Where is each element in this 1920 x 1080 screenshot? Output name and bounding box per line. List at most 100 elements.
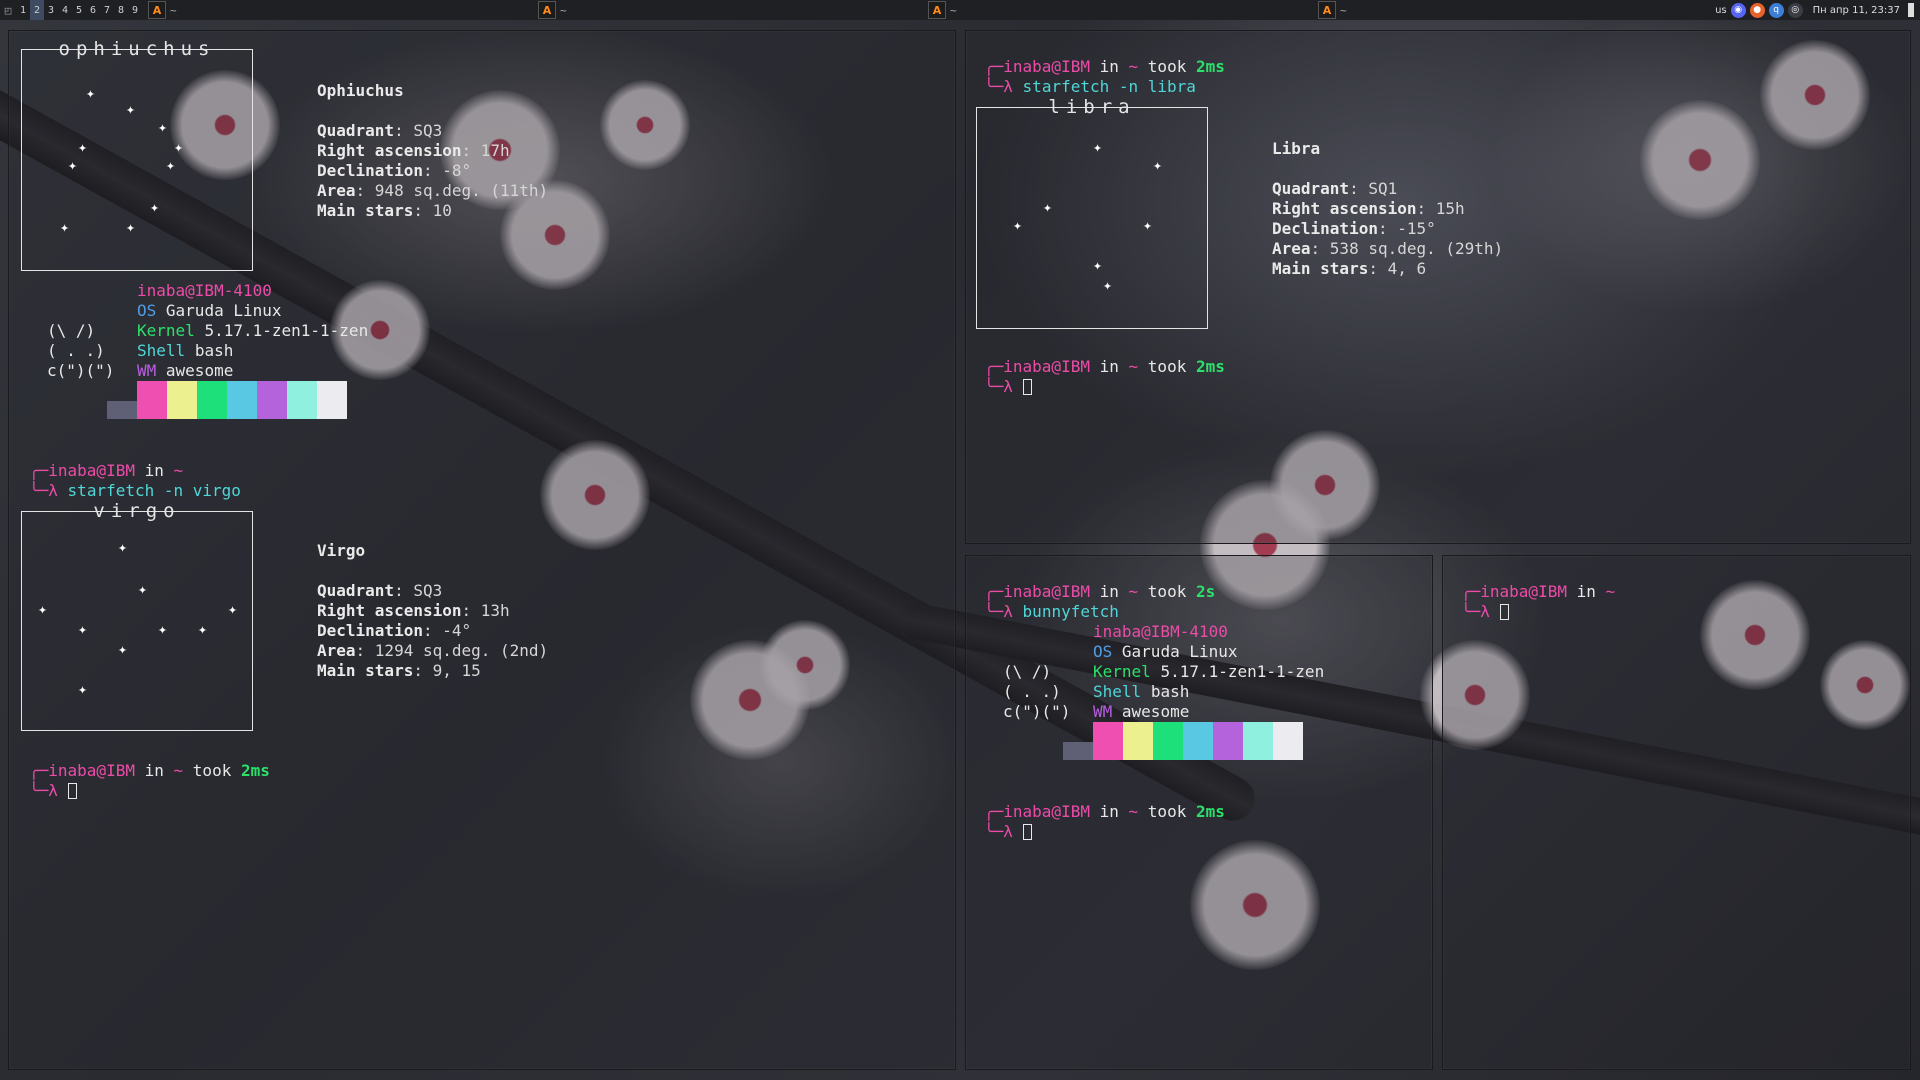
alacritty-icon: A — [538, 1, 556, 19]
cursor-icon — [1022, 379, 1032, 395]
command-line[interactable]: ╰─λ — [29, 781, 77, 801]
constellation-box-title: ophiuchus — [58, 38, 216, 60]
prompt-line: ╭─inaba@IBM in ~ — [1461, 582, 1616, 601]
bunny-ascii: c(")(") — [47, 361, 115, 380]
star-icon: ✦ — [166, 156, 176, 174]
tag-list: ◰ 1 2 3 4 5 6 7 8 9 — [0, 0, 142, 20]
constellation-box-libra: libra ✦ ✦ ✦ ✦ ✦ ✦ ✦ — [976, 96, 1208, 329]
color-swatch — [1183, 722, 1213, 760]
star-icon: ✦ — [60, 218, 70, 236]
task-terminal-1[interactable]: A ~ — [148, 0, 177, 20]
bunny-ascii: (\ /) — [47, 321, 96, 340]
cursor-icon — [1022, 824, 1032, 840]
fetch-wm: WM awesome — [137, 361, 234, 380]
task-terminal-2[interactable]: A ~ — [538, 0, 567, 20]
tag-7[interactable]: 7 — [100, 0, 114, 20]
star-icon: ✦ — [78, 620, 88, 638]
tag-5[interactable]: 5 — [72, 0, 86, 20]
fetch-host: inaba@IBM-4100 — [1093, 622, 1228, 641]
tag-4[interactable]: 4 — [58, 0, 72, 20]
color-swatch — [167, 381, 197, 419]
terminal-window-top-right[interactable]: ╭─inaba@IBM in ~ took 2ms ╰─λ starfetch … — [965, 30, 1911, 544]
bunny-ascii: ( . .) — [47, 341, 105, 360]
terminal-window-left[interactable]: ophiuchus ✦ ✦ ✦ ✦ ✦ ✦ ✦ ✦ ✦ ✦ Ophiuchus … — [8, 30, 956, 1070]
color-swatch — [1273, 722, 1303, 760]
info-quadrant: Quadrant: SQ3 — [317, 121, 443, 140]
info-area: Area: 948 sq.deg. (11th) — [317, 181, 549, 200]
tag-3[interactable]: 3 — [44, 0, 58, 20]
prompt-line: ╭─inaba@IBM in ~ took 2ms — [984, 57, 1225, 76]
prompt-line: ╭─inaba@IBM in ~ took 2s — [984, 582, 1216, 601]
command-line: ╰─λ bunnyfetch — [984, 602, 1119, 621]
star-icon: ✦ — [150, 198, 160, 216]
task-title: ~ — [560, 3, 567, 17]
color-swatch — [197, 381, 227, 419]
top-bar: ◰ 1 2 3 4 5 6 7 8 9 A ~ A ~ A ~ A ~ us ◉… — [0, 0, 1920, 20]
bunny-ascii: ( . .) — [1003, 682, 1061, 701]
command-line: ╰─λ starfetch -n libra — [984, 77, 1196, 96]
info-main-stars: Main stars: 4, 6 — [1272, 259, 1427, 278]
system-tray: us ◉ ● q ◎ Пн апр 11, 23:37 — [1715, 0, 1920, 20]
prompt-line: ╭─inaba@IBM in ~ took 2ms — [984, 357, 1225, 376]
star-icon: ✦ — [38, 600, 48, 618]
color-swatch — [227, 381, 257, 419]
command-line[interactable]: ╰─λ — [984, 377, 1032, 397]
color-swatch — [1213, 722, 1243, 760]
layout-indicator-icon[interactable] — [1908, 3, 1914, 17]
bunny-ascii: (\ /) — [1003, 662, 1052, 681]
constellation-name: Virgo — [317, 541, 366, 560]
tag-8[interactable]: 8 — [114, 0, 128, 20]
qbittorrent-icon[interactable]: q — [1768, 2, 1784, 18]
color-swatch — [137, 381, 167, 419]
fetch-kernel: Kernel 5.17.1-zen1-1-zen — [137, 321, 369, 340]
discord-icon[interactable]: ◉ — [1730, 2, 1746, 18]
cursor-icon — [67, 783, 77, 799]
color-swatches — [107, 381, 347, 419]
terminal-window-bottom-middle[interactable]: ╭─inaba@IBM in ~ took 2s ╰─λ bunnyfetch … — [965, 555, 1433, 1070]
tag-6[interactable]: 6 — [86, 0, 100, 20]
color-swatch — [287, 381, 317, 419]
star-icon: ✦ — [86, 84, 96, 102]
constellation-box-virgo: virgo ✦ ✦ ✦ ✦ ✦ ✦ ✦ ✦ ✦ — [21, 500, 253, 731]
info-right-ascension: Right ascension: 13h — [317, 601, 510, 620]
star-icon: ✦ — [1013, 216, 1023, 234]
color-swatch — [317, 381, 347, 419]
task-title: ~ — [950, 3, 957, 17]
steam-icon[interactable]: ◎ — [1787, 2, 1803, 18]
star-icon: ✦ — [138, 580, 148, 598]
tag-2[interactable]: 2 — [30, 0, 44, 20]
star-icon: ✦ — [1043, 198, 1053, 216]
info-main-stars: Main stars: 10 — [317, 201, 452, 220]
alacritty-icon: A — [928, 1, 946, 19]
star-icon: ✦ — [126, 100, 136, 118]
color-swatch — [257, 381, 287, 419]
star-icon: ✦ — [158, 620, 168, 638]
task-title: ~ — [1340, 3, 1347, 17]
command-line: ╰─λ starfetch -n virgo — [29, 481, 241, 500]
constellation-name: Libra — [1272, 139, 1321, 158]
command-line[interactable]: ╰─λ — [984, 822, 1032, 842]
fetch-host: inaba@IBM-4100 — [137, 281, 272, 300]
command-line[interactable]: ╰─λ — [1461, 602, 1509, 622]
task-terminal-3[interactable]: A ~ — [928, 0, 957, 20]
fetch-wm: WM awesome — [1093, 702, 1190, 721]
info-declination: Declination: -15° — [1272, 219, 1436, 238]
keyboard-layout[interactable]: us — [1715, 5, 1727, 16]
star-icon: ✦ — [78, 680, 88, 698]
info-quadrant: Quadrant: SQ3 — [317, 581, 443, 600]
task-terminal-4[interactable]: A ~ — [1318, 0, 1347, 20]
tag-9[interactable]: 9 — [128, 0, 142, 20]
info-declination: Declination: -8° — [317, 161, 472, 180]
layout-icon[interactable]: ◰ — [0, 0, 16, 20]
color-swatch — [1063, 742, 1093, 760]
info-right-ascension: Right ascension: 15h — [1272, 199, 1465, 218]
star-icon: ✦ — [228, 600, 238, 618]
terminal-window-bottom-right[interactable]: ╭─inaba@IBM in ~ ╰─λ — [1442, 555, 1911, 1070]
fetch-os: OS Garuda Linux — [137, 301, 282, 320]
clock[interactable]: Пн апр 11, 23:37 — [1813, 5, 1900, 16]
tag-1[interactable]: 1 — [16, 0, 30, 20]
color-swatch — [107, 401, 137, 419]
info-area: Area: 1294 sq.deg. (2nd) — [317, 641, 549, 660]
star-icon: ✦ — [1143, 216, 1153, 234]
firefox-icon[interactable]: ● — [1749, 2, 1765, 18]
